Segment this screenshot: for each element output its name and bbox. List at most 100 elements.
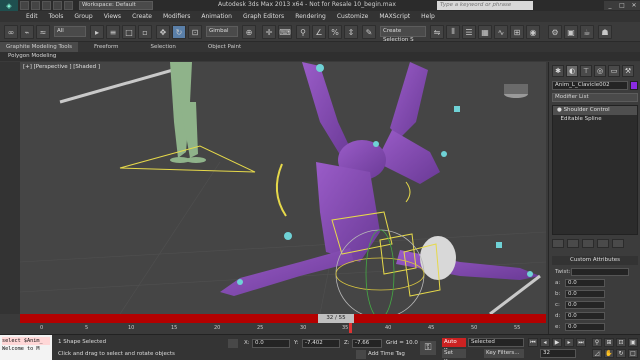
- y-coordinate-field[interactable]: -7.402: [302, 339, 340, 348]
- x-coordinate-field[interactable]: 0.0: [252, 339, 290, 348]
- attr-d-field[interactable]: 0.0: [565, 312, 605, 320]
- pan-icon[interactable]: ✋: [604, 349, 614, 358]
- menu-customize[interactable]: Customize: [337, 13, 369, 20]
- attr-b-field[interactable]: 0.0: [565, 290, 605, 298]
- menu-views[interactable]: Views: [104, 13, 121, 20]
- set-key-button[interactable]: Set Key: [442, 349, 466, 360]
- maxscript-listener[interactable]: select $Anim_ Welcome to M: [0, 335, 52, 360]
- select-scale-icon[interactable]: ⊡: [188, 25, 202, 39]
- reference-coordinate-dropdown[interactable]: Gimbal: [206, 26, 238, 37]
- new-file-icon[interactable]: [20, 1, 29, 10]
- save-file-icon[interactable]: [42, 1, 51, 10]
- material-editor-icon[interactable]: ◉: [526, 25, 540, 39]
- keyframe-marker[interactable]: [349, 323, 352, 333]
- modifier-list-dropdown[interactable]: Modifier List: [552, 93, 638, 102]
- layer-manager-icon[interactable]: ☰: [462, 25, 476, 39]
- viewport-label[interactable]: [+] [Perspective ] [Shaded ]: [23, 64, 100, 70]
- auto-key-button[interactable]: Auto Key: [442, 338, 466, 354]
- select-object-icon[interactable]: ▸: [90, 25, 104, 39]
- bind-space-warp-icon[interactable]: ≈: [36, 25, 50, 39]
- rect-selection-icon[interactable]: □: [122, 25, 136, 39]
- key-icon[interactable]: ⚿: [420, 341, 436, 355]
- time-slider-thumb[interactable]: 32 / 55: [318, 314, 354, 323]
- fov-icon[interactable]: ◿: [592, 349, 602, 358]
- pivot-center-icon[interactable]: ⊕: [242, 25, 256, 39]
- percent-snap-icon[interactable]: %: [328, 25, 342, 39]
- perspective-viewport[interactable]: [+] [Perspective ] [Shaded ]: [20, 62, 546, 314]
- pin-stack-icon[interactable]: [552, 239, 564, 248]
- remove-modifier-icon[interactable]: [597, 239, 609, 248]
- angle-snap-icon[interactable]: ∠: [312, 25, 326, 39]
- spinner-snap-icon[interactable]: ⇕: [344, 25, 358, 39]
- selection-filter-dropdown[interactable]: All: [54, 26, 86, 37]
- attr-a-field[interactable]: 0.0: [565, 279, 605, 287]
- mirror-icon[interactable]: ⇋: [430, 25, 444, 39]
- menu-help[interactable]: Help: [421, 13, 435, 20]
- object-name-field[interactable]: Anim_L_Clavicle002: [552, 81, 628, 90]
- close-button[interactable]: ✕: [628, 1, 640, 10]
- menu-tools[interactable]: Tools: [49, 13, 64, 20]
- menu-maxscript[interactable]: MAXScript: [379, 13, 410, 20]
- prev-frame-icon[interactable]: ◂: [540, 338, 550, 347]
- orbit-icon[interactable]: ↻: [616, 349, 626, 358]
- key-filters-button[interactable]: Key Filters...: [484, 349, 524, 358]
- undo-icon[interactable]: [53, 1, 62, 10]
- minimize-button[interactable]: _: [604, 1, 616, 10]
- workspace-dropdown[interactable]: Workspace: Default: [79, 1, 153, 10]
- play-icon[interactable]: ▶: [552, 338, 562, 347]
- rendered-frame-icon[interactable]: ▣: [564, 25, 578, 39]
- menu-graph-editors[interactable]: Graph Editors: [243, 13, 284, 20]
- menu-create[interactable]: Create: [132, 13, 152, 20]
- maximize-viewport-icon[interactable]: □: [628, 349, 638, 358]
- time-tag-icon[interactable]: [356, 350, 366, 359]
- select-rotate-icon[interactable]: ↻: [172, 25, 186, 39]
- tab-selection[interactable]: Selection: [145, 42, 182, 52]
- z-coordinate-field[interactable]: -7.66: [352, 339, 382, 348]
- twist-field[interactable]: [571, 268, 629, 276]
- keyboard-shortcut-icon[interactable]: ⌨: [278, 25, 292, 39]
- next-frame-icon[interactable]: ▸: [564, 338, 574, 347]
- zoom-icon[interactable]: ⚲: [592, 338, 602, 347]
- attr-e-field[interactable]: 0.0: [565, 323, 605, 331]
- redo-icon[interactable]: [64, 1, 73, 10]
- tab-freeform[interactable]: Freeform: [88, 42, 125, 52]
- window-crossing-icon[interactable]: ▫: [138, 25, 152, 39]
- display-tab-icon[interactable]: ▭: [608, 65, 620, 77]
- select-by-name-icon[interactable]: ≡: [106, 25, 120, 39]
- menu-modifiers[interactable]: Modifiers: [163, 13, 190, 20]
- zoom-extents-all-icon[interactable]: ▣: [628, 338, 638, 347]
- named-selection-dropdown[interactable]: Create Selection S: [380, 26, 426, 43]
- snaps-toggle-icon[interactable]: ⚲: [296, 25, 310, 39]
- make-unique-icon[interactable]: [582, 239, 594, 248]
- schematic-view-icon[interactable]: ⊞: [510, 25, 524, 39]
- align-icon[interactable]: ⫴: [446, 25, 460, 39]
- create-tab-icon[interactable]: ✱: [552, 65, 564, 77]
- select-move-icon[interactable]: ✥: [156, 25, 170, 39]
- object-color-swatch[interactable]: [630, 81, 638, 90]
- stack-item-shoulder-control[interactable]: ● Shoulder Control: [553, 106, 637, 115]
- open-file-icon[interactable]: [31, 1, 40, 10]
- menu-group[interactable]: Group: [74, 13, 92, 20]
- add-time-tag[interactable]: Add Time Tag: [368, 351, 405, 357]
- trackbar[interactable]: 0 5 10 15 20 25 30 35 40 45 50 55: [20, 323, 546, 333]
- current-frame-field[interactable]: 32: [540, 349, 576, 358]
- render-setup-icon[interactable]: ⚙: [548, 25, 562, 39]
- utilities-tab-icon[interactable]: ⚒: [622, 65, 634, 77]
- configure-sets-icon[interactable]: [612, 239, 624, 248]
- graphite-toggle-icon[interactable]: ▦: [478, 25, 492, 39]
- goto-start-icon[interactable]: ⏮: [528, 338, 538, 347]
- isolate-toggle-icon[interactable]: [228, 339, 238, 348]
- zoom-all-icon[interactable]: ⊞: [604, 338, 614, 347]
- modify-tab-icon[interactable]: ◐: [566, 65, 578, 77]
- maximize-button[interactable]: □: [616, 1, 628, 10]
- tab-graphite-modeling-tools[interactable]: Graphite Modeling Tools: [0, 42, 79, 52]
- menu-edit[interactable]: Edit: [26, 13, 38, 20]
- custom-attributes-rollout[interactable]: Custom Attributes: [552, 256, 638, 265]
- menu-animation[interactable]: Animation: [201, 13, 232, 20]
- curve-editor-icon[interactable]: ∿: [494, 25, 508, 39]
- link-icon[interactable]: ∞: [4, 25, 18, 39]
- ribbon-panel-label[interactable]: Polygon Modeling: [0, 52, 640, 61]
- show-end-result-icon[interactable]: [567, 239, 579, 248]
- hierarchy-tab-icon[interactable]: ⊤: [580, 65, 592, 77]
- search-input[interactable]: [437, 1, 533, 10]
